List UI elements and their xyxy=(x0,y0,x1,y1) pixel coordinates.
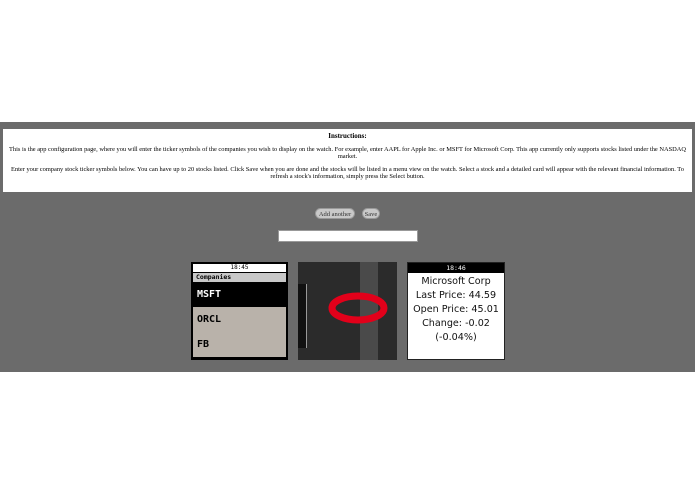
oracle-logo-icon xyxy=(328,292,388,324)
open-price: Open Price: 45.01 xyxy=(413,304,499,315)
watch-time: 18:45 xyxy=(193,264,286,272)
price-change-percent: (-0.04%) xyxy=(435,332,477,343)
instructions-panel: Instructions: This is the app configurat… xyxy=(3,129,692,192)
ticker-input[interactable] xyxy=(278,230,418,242)
watch-logo-screenshot xyxy=(298,262,397,360)
instructions-title: Instructions: xyxy=(328,132,367,140)
company-name: Microsoft Corp xyxy=(421,276,491,287)
instructions-paragraph-2: Enter your company stock ticker symbols … xyxy=(11,165,684,180)
watch-detail-screenshot: 18:46 Microsoft Corp Last Price: 44.59 O… xyxy=(407,262,505,360)
last-price: Last Price: 44.59 xyxy=(415,290,497,301)
menu-item-fb: FB xyxy=(193,332,286,357)
watch-side-panel xyxy=(298,284,307,348)
watch-menu-screenshot: 18:45 Companies MSFT ORCL FB xyxy=(191,262,288,360)
add-another-button[interactable]: Add another xyxy=(315,208,355,219)
watch-time: 18:46 xyxy=(408,263,504,273)
save-button[interactable]: Save xyxy=(362,208,380,219)
config-page: Instructions: This is the app configurat… xyxy=(0,122,695,372)
menu-header: Companies xyxy=(193,273,286,282)
menu-item-orcl: ORCL xyxy=(193,307,286,332)
price-change: Change: -0.02 xyxy=(422,318,490,329)
instructions-paragraph-1: This is the app configuration page, wher… xyxy=(9,146,686,161)
menu-item-msft: MSFT xyxy=(193,282,286,307)
